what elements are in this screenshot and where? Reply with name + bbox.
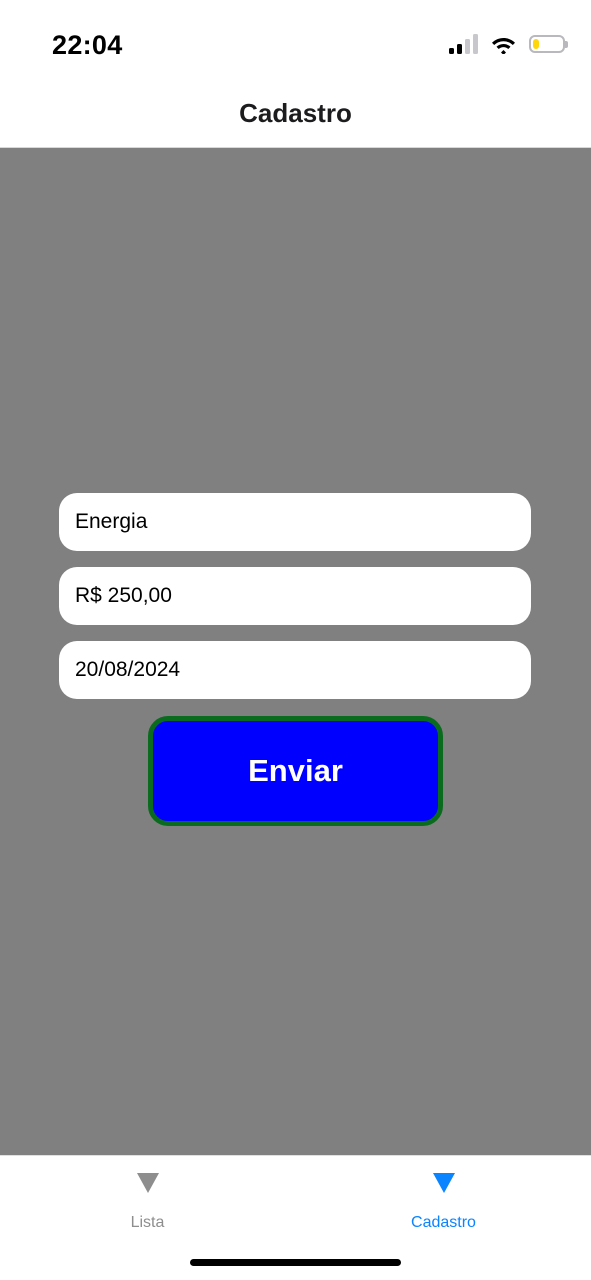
page-title: Cadastro [239,98,352,128]
tab-lista[interactable]: Lista [0,1156,295,1246]
valor-input[interactable]: R$ 250,00 [59,567,531,625]
status-icons [449,34,568,54]
descricao-input[interactable]: Energia [59,493,531,551]
triangle-down-icon [432,1173,455,1193]
data-input[interactable]: 20/08/2024 [59,641,531,699]
tab-label: Lista [130,1214,165,1231]
status-time: 22:04 [52,30,123,60]
tab-cadastro[interactable]: Cadastro [296,1156,591,1246]
tab-label: Cadastro [411,1214,476,1231]
form-container: Energia R$ 250,00 20/08/2024 Enviar [0,148,591,1155]
enviar-button[interactable]: Enviar [148,716,443,826]
battery-icon [529,35,568,53]
navigation-header: Cadastro [0,92,591,148]
home-indicator [190,1259,401,1266]
status-bar: 22:04 [0,0,591,92]
triangle-down-icon [136,1173,159,1193]
wifi-icon [492,38,515,54]
cellular-signal-icon [449,34,478,54]
